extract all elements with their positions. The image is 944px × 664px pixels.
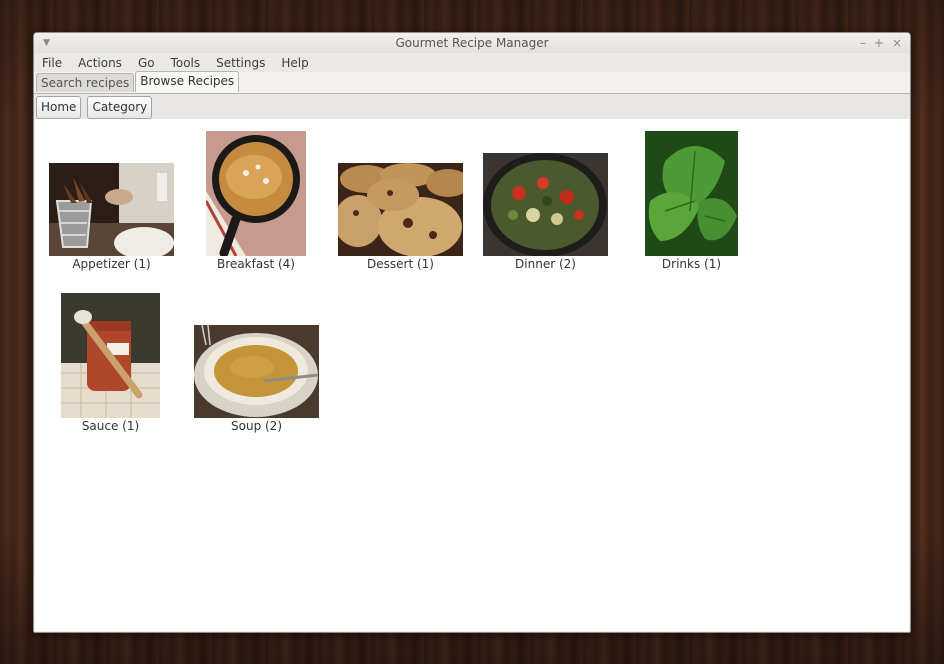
category-button[interactable]: Category	[87, 96, 153, 119]
category-item-sauce[interactable]: Sauce (1)	[60, 293, 161, 433]
menu-actions[interactable]: Actions	[78, 56, 122, 70]
sauce-photo-icon	[61, 293, 160, 418]
category-item-soup[interactable]: Soup (2)	[193, 325, 320, 433]
maximize-icon[interactable]: +	[874, 33, 884, 53]
tab-browse-recipes[interactable]: Browse Recipes	[135, 71, 240, 92]
app-window: ▼ Gourmet Recipe Manager – + × File Acti…	[33, 32, 911, 633]
drinks-photo-icon	[645, 131, 738, 256]
soup-photo-icon	[194, 325, 319, 418]
home-button[interactable]: Home	[36, 96, 82, 119]
menu-go[interactable]: Go	[138, 56, 155, 70]
breakfast-photo-icon	[206, 131, 306, 256]
category-label: Soup (2)	[231, 419, 282, 433]
category-item-dinner[interactable]: Dinner (2)	[482, 153, 609, 271]
dinner-photo-icon	[483, 153, 608, 256]
category-label: Sauce (1)	[81, 419, 140, 433]
category-label: Appetizer (1)	[72, 257, 151, 271]
close-icon[interactable]: ×	[892, 33, 902, 53]
category-label: Dinner (2)	[515, 257, 576, 271]
category-label: Breakfast (4)	[217, 257, 295, 271]
menu-help[interactable]: Help	[281, 56, 308, 70]
menu-settings[interactable]: Settings	[216, 56, 265, 70]
appetizer-photo-icon	[49, 163, 174, 256]
tab-search-recipes[interactable]: Search recipes	[36, 73, 135, 92]
menu-tools[interactable]: Tools	[171, 56, 201, 70]
title-bar[interactable]: ▼ Gourmet Recipe Manager – + ×	[34, 33, 910, 53]
minimize-icon[interactable]: –	[860, 33, 866, 53]
menu-file[interactable]: File	[42, 56, 62, 70]
window-menu-icon[interactable]: ▼	[43, 33, 50, 53]
window-title: Gourmet Recipe Manager	[395, 36, 549, 50]
tab-strip: Search recipes Browse Recipes	[34, 71, 910, 92]
category-item-breakfast[interactable]: Breakfast (4)	[205, 131, 307, 271]
breadcrumb: Home Category	[34, 93, 910, 119]
category-item-dessert[interactable]: Dessert (1)	[337, 163, 464, 271]
category-label: Dessert (1)	[367, 257, 434, 271]
menu-bar: File Actions Go Tools Settings Help	[34, 53, 910, 72]
category-item-appetizer[interactable]: Appetizer (1)	[48, 163, 175, 271]
category-item-drinks[interactable]: Drinks (1)	[644, 131, 739, 271]
dessert-photo-icon	[338, 163, 463, 256]
category-grid: Appetizer (1) Breakfast (4) Dessert (1) …	[35, 119, 909, 631]
category-label: Drinks (1)	[661, 257, 722, 271]
